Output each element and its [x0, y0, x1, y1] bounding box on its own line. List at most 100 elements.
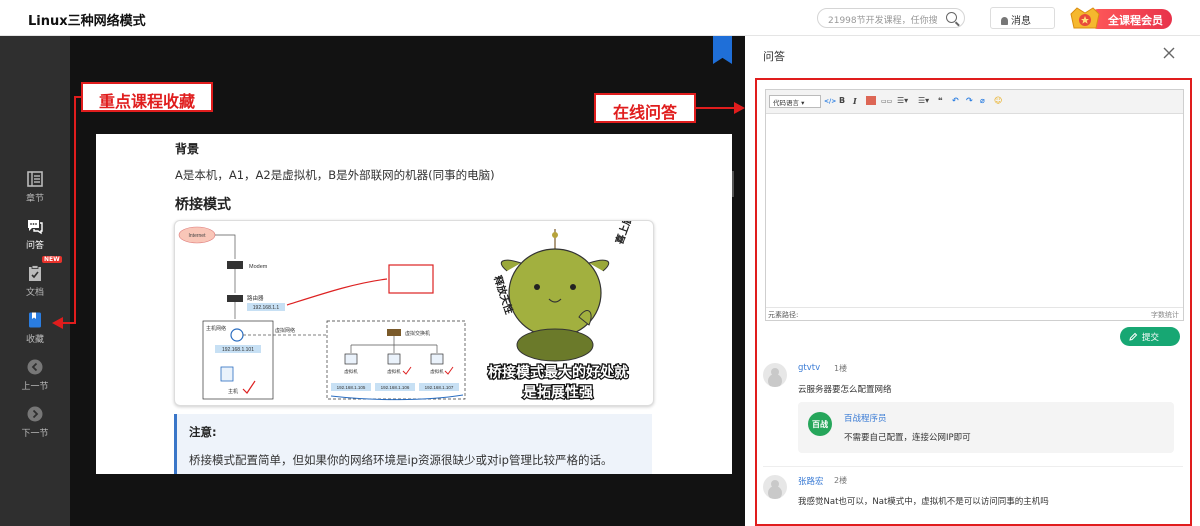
qa-panel: 问答 代码语言 ▾ </> B I ▭▭ ☰▾ ☰▾ ❝ ↶ ↷ ⌀ ☺ 元素路… [745, 36, 1200, 526]
comment-item: gtvtv 1楼 云服务器要怎么配置网络 百战 百战程序员 不需要自己配置，连接… [763, 363, 1183, 463]
html-icon[interactable]: </> [824, 98, 836, 105]
sidebar-item-label: 章节 [25, 194, 44, 204]
virtual-switch-label: 虚拟交换机 [405, 330, 430, 337]
submit-label: 提交 [1142, 333, 1160, 343]
sidebar-item-label: 收藏 [25, 335, 44, 345]
meme-mascot-image [500, 229, 610, 362]
ordered-list-icon[interactable]: ☰▾ [918, 96, 929, 105]
slide-paragraph: A是本机，A1，A2是虚拟机，B是外部联网的机器(同事的电脑) [175, 168, 495, 182]
modem-icon [227, 261, 243, 269]
sidebar-item-next[interactable]: 下一节 [0, 405, 70, 439]
sidebar-item-label: 上一节 [21, 382, 49, 392]
comment-floor: 1楼 [834, 364, 848, 373]
redo-icon[interactable]: ↷ [966, 96, 973, 105]
sidebar-item-bookmark[interactable]: 收藏 [0, 311, 70, 345]
chapters-icon [27, 171, 43, 187]
sidebar-item-label: 下一节 [21, 429, 49, 439]
bell-icon [1001, 17, 1008, 25]
sidebar-item-docs[interactable]: NEW 文档 [0, 256, 70, 298]
meme-side-text-right: 喜上眉梢 [613, 221, 639, 246]
close-icon[interactable] [1162, 46, 1176, 60]
code-language-label: 代码语言 [773, 99, 799, 107]
host-ip: 192.168.1.101 [222, 347, 254, 353]
vm-ip: 192.168.1.106 [381, 385, 410, 390]
virtual-net-label: 虚拟网络 [275, 327, 295, 334]
reply-username[interactable]: 百战程序员 [844, 412, 887, 424]
router-icon [227, 295, 243, 302]
sidebar-item-prev[interactable]: 上一节 [0, 358, 70, 392]
editor-statusbar: 元素路径: 字数统计 [766, 307, 1183, 320]
reply-avatar[interactable]: 百战 [808, 412, 832, 436]
host-label: 主机 [228, 388, 238, 395]
router-label: 路由器 [247, 294, 264, 302]
editor-toolbar: 代码语言 ▾ </> B I ▭▭ ☰▾ ☰▾ ❝ ↶ ↷ ⌀ ☺ [766, 90, 1183, 114]
note-text: 桥接模式配置简单，但如果你的网络环境是ip资源很缺少或对ip管理比较严格的话。 [189, 453, 613, 467]
host-nic-label: 主机网络 [206, 325, 226, 332]
top-bar: Linux三种网络模式 21998节开发课程，任你搜 消息 全课程会员 [0, 0, 1200, 36]
comment-username[interactable]: 张路宏 [798, 475, 824, 487]
sidebar-item-chapters[interactable]: 章节 [0, 170, 70, 204]
bookmark-callout-label: 重点课程收藏 [81, 82, 213, 112]
comment-text: 云服务器要怎么配置网络 [798, 385, 892, 395]
sidebar-item-qa[interactable]: 问答 [0, 217, 70, 251]
meme-caption-line2: 是拓展性强 [523, 384, 593, 400]
bridge-mode-diagram: Internet Modem 路由器 192.168.1.1 主机网络 192.… [174, 220, 654, 406]
element-path-label: 元素路径: [768, 311, 799, 319]
attachment-icon[interactable]: ⌀ [980, 96, 985, 105]
slide-heading: 背景 [175, 142, 200, 156]
avatar[interactable] [763, 475, 787, 499]
comment-divider [763, 466, 1183, 467]
search-icon[interactable] [946, 12, 957, 23]
vm-ip: 192.168.1.105 [337, 385, 366, 390]
vm2-icon [387, 353, 401, 365]
note-callout: 注意: 桥接模式配置简单，但如果你的网络环境是ip资源很缺少或对ip管理比较严格… [174, 414, 652, 474]
comment-item: 张路宏 2楼 我感觉Nat也可以，Nat模式中，虚拟机不是可以访问同事的主机吗 [763, 475, 1183, 515]
submit-button[interactable]: 提交 [1120, 327, 1180, 346]
globe-icon [230, 328, 244, 342]
next-icon [27, 406, 43, 422]
comment-username[interactable]: gtvtv [798, 363, 820, 373]
panel-title: 问答 [763, 50, 785, 63]
internet-label: Internet [189, 233, 207, 239]
undo-icon[interactable]: ↶ [952, 96, 959, 105]
modem-label: Modem [249, 264, 268, 270]
host-pc-icon [220, 366, 234, 382]
qa-icon [28, 220, 43, 235]
vip-membership-button[interactable]: 全课程会员 [1068, 5, 1172, 31]
network-diagram-svg: Internet Modem 路由器 192.168.1.1 主机网络 192.… [178, 221, 639, 401]
prev-icon [27, 359, 43, 375]
avatar[interactable] [763, 363, 787, 387]
virtual-switch-icon [387, 329, 401, 336]
word-count-label: 字数统计 [1151, 311, 1179, 319]
messages-button[interactable]: 消息 [990, 7, 1055, 29]
unordered-list-icon[interactable]: ☰▾ [897, 96, 908, 105]
course-title: Linux三种网络模式 [28, 14, 146, 29]
reply-item: 百战 百战程序员 不需要自己配置，连接公网IP即可 [798, 402, 1174, 453]
left-sidebar: 章节 问答 NEW 文档 收藏 上一节 下一节 [0, 36, 70, 526]
slide-section-title: 桥接模式 [175, 197, 231, 213]
comment-floor: 2楼 [834, 476, 848, 485]
reply-text: 不需要自己配置，连接公网IP即可 [844, 433, 971, 443]
code-language-select[interactable]: 代码语言 ▾ [769, 95, 821, 108]
internet-cloud-icon: Internet [178, 226, 216, 244]
search-input[interactable]: 21998节开发课程，任你搜 [817, 8, 965, 28]
bold-icon[interactable]: B [839, 96, 845, 105]
vm1-icon [344, 353, 358, 365]
italic-icon[interactable]: I [853, 96, 857, 106]
document-icon [29, 265, 41, 281]
sidebar-item-label: 问答 [25, 241, 44, 251]
vm3-icon [430, 353, 444, 365]
link-icon[interactable]: ▭▭ [881, 98, 892, 105]
edit-icon [1129, 332, 1138, 341]
meme-caption-line1: 桥接模式最大的好处就 [488, 364, 628, 380]
vm-label: 虚拟机 [344, 368, 358, 375]
emoji-icon[interactable]: ☺ [994, 96, 1002, 105]
new-badge: NEW [42, 256, 62, 263]
answer-editor[interactable]: 代码语言 ▾ </> B I ▭▭ ☰▾ ☰▾ ❝ ↶ ↷ ⌀ ☺ 元素路径: … [765, 89, 1184, 321]
sidebar-item-label: 文档 [25, 288, 44, 298]
quote-icon[interactable]: ❝ [938, 96, 943, 105]
comment-text: 我感觉Nat也可以，Nat模式中，虚拟机不是可以访问同事的主机吗 [798, 497, 1049, 507]
bookmark-ribbon-icon[interactable] [713, 36, 732, 64]
bookmark-icon [29, 312, 41, 328]
image-icon[interactable] [866, 96, 876, 105]
